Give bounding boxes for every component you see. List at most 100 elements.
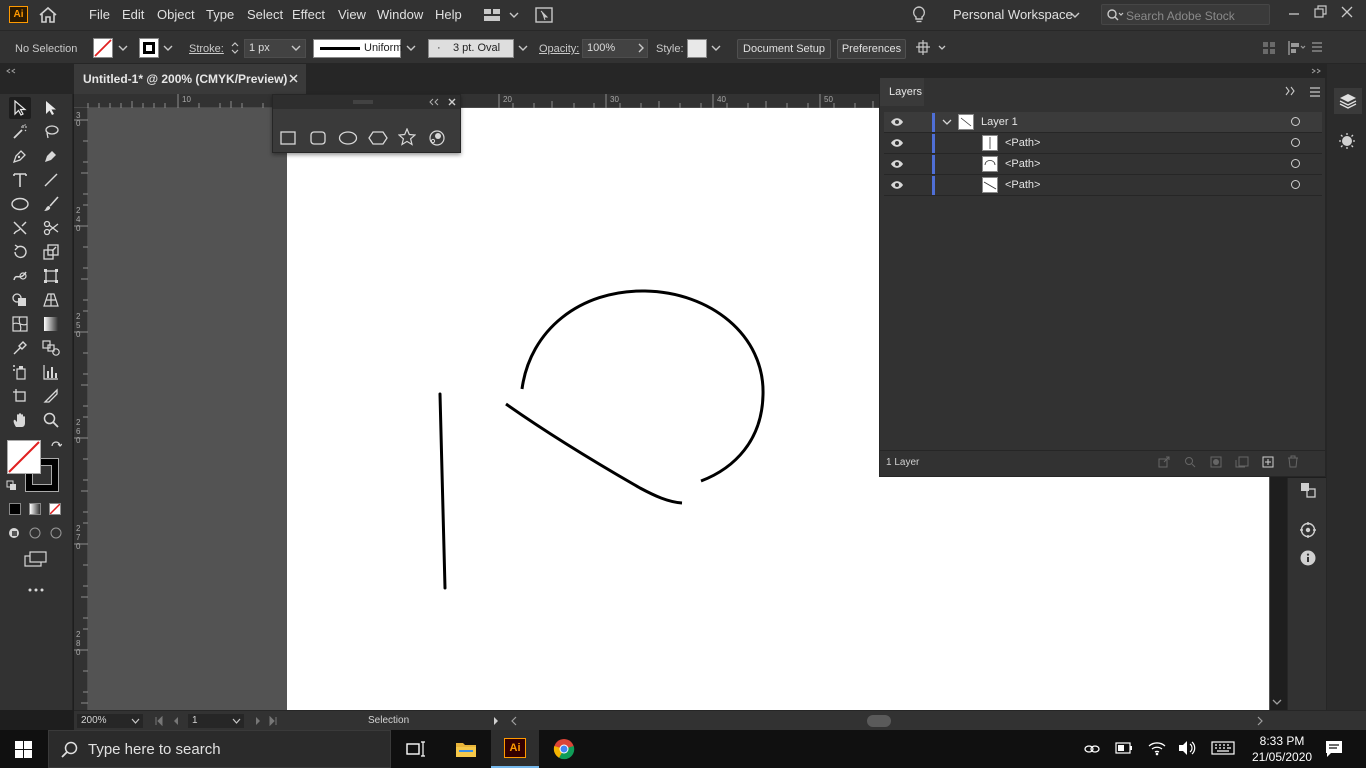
chevron-down-icon[interactable] (163, 44, 173, 52)
menu-help[interactable]: Help (435, 7, 462, 22)
opacity-label[interactable]: Opacity: (539, 43, 579, 55)
menu-object[interactable]: Object (157, 7, 195, 22)
menu-edit[interactable]: Edit (122, 7, 144, 22)
menu-type[interactable]: Type (206, 7, 234, 22)
collapse-icon[interactable] (429, 98, 439, 106)
star-tool-icon[interactable] (398, 128, 416, 146)
target-icon[interactable] (1291, 117, 1300, 126)
gradient-tool-icon[interactable] (40, 313, 62, 335)
brush-definition[interactable]: · 3 pt. Oval (428, 39, 514, 58)
layer-row[interactable]: <Path> (884, 154, 1322, 175)
flare-tool-icon[interactable] (428, 129, 446, 147)
menu-window[interactable]: Window (377, 7, 423, 22)
tab-layers[interactable]: Layers (880, 78, 924, 106)
mesh-tool-icon[interactable] (9, 313, 31, 335)
illustrator-taskbar-icon[interactable]: Ai (491, 730, 539, 768)
eye-icon[interactable] (890, 159, 904, 169)
type-tool-icon[interactable] (9, 169, 31, 191)
scroll-left-arrow[interactable] (510, 716, 518, 726)
collapse-toolbar-icon[interactable] (6, 68, 16, 74)
close-tab-icon[interactable] (289, 74, 298, 83)
windows-start-icon[interactable] (15, 741, 32, 758)
menu-select[interactable]: Select (247, 7, 283, 22)
scale-tool-icon[interactable] (40, 241, 62, 263)
stock-search-input[interactable]: Search Adobe Stock (1101, 4, 1270, 25)
wifi-icon[interactable] (1148, 740, 1166, 756)
taskbar-search-input[interactable]: Type here to search (48, 730, 391, 768)
column-graph-tool-icon[interactable] (40, 361, 62, 383)
gpu-preview-icon[interactable] (535, 7, 553, 23)
panel-menu-icon[interactable] (1309, 87, 1321, 97)
scroll-right-arrow[interactable] (1256, 716, 1264, 726)
fill-color-box[interactable] (7, 440, 41, 474)
preferences-button[interactable]: Preferences (837, 39, 906, 59)
eye-icon[interactable] (890, 117, 904, 127)
chevron-down-icon[interactable] (406, 44, 416, 52)
direct-selection-tool-icon[interactable] (40, 97, 62, 119)
chevron-down-icon[interactable] (942, 118, 952, 126)
taskbar-clock[interactable]: 8:33 PM 21/05/2020 (1252, 733, 1312, 765)
trash-icon[interactable] (1287, 455, 1299, 468)
ellipse-tool-icon[interactable] (338, 130, 358, 146)
layer-row[interactable]: <Path> (884, 175, 1322, 196)
collapse-panels-icon[interactable] (1311, 68, 1321, 74)
pen-tool-icon[interactable] (9, 145, 31, 167)
eye-icon[interactable] (890, 138, 904, 148)
file-explorer-icon[interactable] (442, 730, 490, 768)
chevron-down-icon[interactable] (118, 44, 128, 52)
warp-tool-icon[interactable] (9, 265, 31, 287)
keyboard-icon[interactable] (1211, 741, 1235, 755)
battery-icon[interactable] (1115, 742, 1133, 754)
lightbulb-icon[interactable] (912, 6, 926, 24)
free-transform-tool-icon[interactable] (40, 265, 62, 287)
menu-file[interactable]: File (89, 7, 110, 22)
shaper-tool-icon[interactable] (9, 217, 31, 239)
shape-builder-tool-icon[interactable] (9, 289, 31, 311)
arrange-documents-icon[interactable] (483, 8, 523, 22)
panel-grip[interactable] (273, 95, 460, 109)
artboard-tool-icon[interactable] (9, 385, 31, 407)
default-colors-icon[interactable] (6, 480, 18, 492)
menu-effect[interactable]: Effect (292, 7, 325, 22)
screen-mode-icon[interactable] (24, 551, 48, 567)
fill-swatch[interactable] (93, 38, 113, 58)
color-mode-swatch[interactable] (9, 503, 21, 515)
eyedropper-tool-icon[interactable] (9, 337, 31, 359)
task-view-icon[interactable] (392, 730, 440, 768)
perspective-grid-tool-icon[interactable] (40, 289, 62, 311)
draw-normal-icon[interactable] (8, 526, 64, 540)
hand-tool-icon[interactable] (9, 409, 31, 431)
symbol-sprayer-tool-icon[interactable] (9, 361, 31, 383)
scroll-down-arrow[interactable] (1270, 696, 1284, 708)
horizontal-scrollbar-thumb[interactable] (867, 715, 891, 727)
chevron-right-icon[interactable] (637, 43, 645, 53)
layers-panel-icon[interactable] (1334, 88, 1362, 114)
line-segment-tool-icon[interactable] (40, 169, 62, 191)
menu-view[interactable]: View (338, 7, 366, 22)
ellipse-tool-icon[interactable] (9, 193, 31, 215)
asset-export-icon[interactable] (1299, 521, 1317, 539)
link-icon[interactable] (1084, 742, 1100, 756)
info-icon[interactable] (1300, 550, 1316, 566)
chevron-down-icon[interactable] (518, 44, 528, 52)
gradient-mode-swatch[interactable] (29, 503, 41, 515)
locate-object-icon[interactable] (1184, 456, 1196, 468)
artboards-panel-icon[interactable] (1300, 482, 1316, 498)
zoom-tool-icon[interactable] (40, 409, 62, 431)
minimize-icon[interactable] (1288, 7, 1300, 19)
chrome-icon[interactable] (540, 730, 588, 768)
eye-icon[interactable] (890, 180, 904, 190)
restore-icon[interactable] (1314, 5, 1328, 19)
slice-tool-icon[interactable] (40, 385, 62, 407)
selection-tool-icon[interactable] (9, 97, 31, 119)
magic-wand-tool-icon[interactable] (9, 121, 31, 143)
more-tools-icon[interactable] (28, 588, 44, 592)
tab-untitled-1[interactable]: Untitled-1* @ 200% (CMYK/Preview) (74, 64, 306, 94)
close-icon[interactable] (1341, 6, 1353, 18)
target-icon[interactable] (1291, 180, 1300, 189)
scissors-tool-icon[interactable] (40, 217, 62, 239)
layer-row[interactable]: Layer 1 (884, 112, 1322, 133)
align-icon[interactable] (1287, 41, 1307, 55)
layer-row[interactable]: <Path> (884, 133, 1322, 154)
workspace-switcher[interactable]: Personal Workspace (953, 7, 1073, 22)
